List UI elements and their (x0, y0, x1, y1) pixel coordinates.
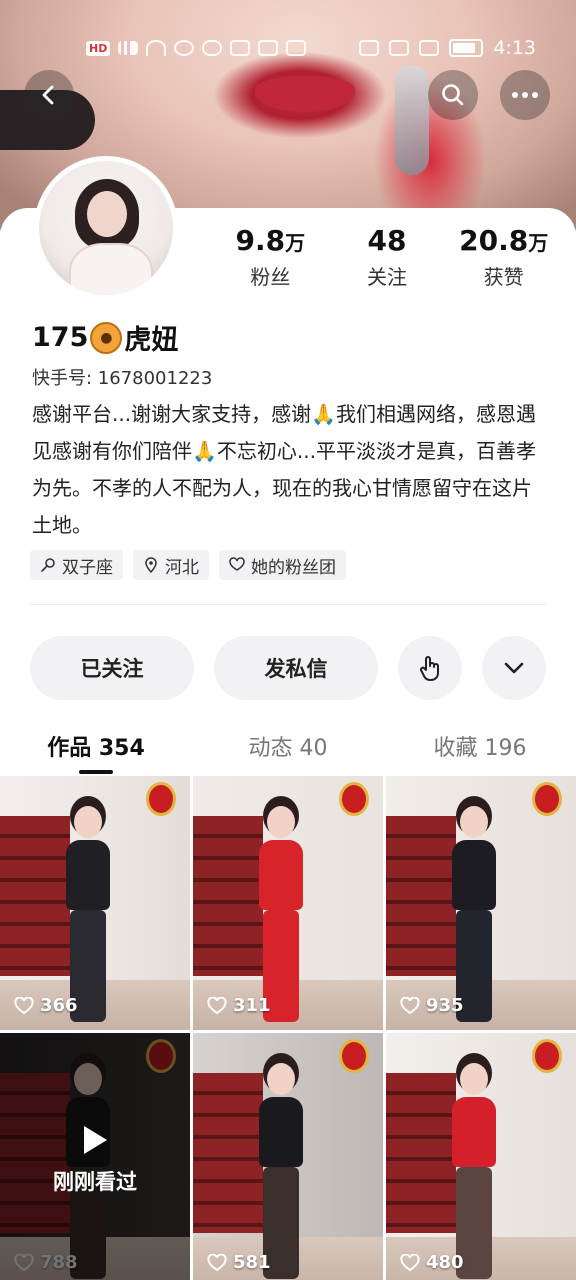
search-app-icon (230, 40, 251, 56)
cloud-icon (202, 40, 223, 56)
video-thumbnail-figure (446, 806, 502, 1026)
chevron-left-icon (42, 85, 54, 105)
avatar[interactable] (34, 156, 178, 300)
status-bar: HD 4:13 (0, 0, 576, 74)
zodiac-icon (41, 558, 55, 572)
divider (30, 604, 546, 605)
video-thumbnail-figure (253, 1063, 309, 1280)
nfc-icon (359, 40, 380, 56)
chevron-down-icon (504, 662, 524, 674)
video-thumbnail-figure (253, 806, 309, 1026)
heart-icon (207, 996, 227, 1014)
video-like-count: 935 (400, 995, 464, 1016)
clock: 4:13 (493, 37, 536, 59)
content-tabs: 作品 354 动态 40 收藏 196 (0, 724, 576, 774)
heart-icon (14, 996, 34, 1014)
profile-actions: 已关注 发私信 (30, 636, 546, 700)
stat-following[interactable]: 48 关注 (329, 224, 446, 290)
tap-gesture-button[interactable] (398, 636, 462, 700)
tap-hand-icon (420, 656, 439, 681)
fan-club-icon (229, 557, 245, 571)
profile-name: 175 ● 虎妞 (32, 321, 179, 356)
video-like-count: 480 (400, 1252, 464, 1273)
bio-text: 感谢平台...谢谢大家支持，感谢🙏我们相遇网络，感恩遇见感谢有你们陪伴🙏不忘初心… (32, 402, 536, 537)
video-like-count: 311 (207, 995, 271, 1016)
heart-icon (207, 1253, 227, 1271)
followed-button[interactable]: 已关注 (30, 636, 194, 700)
search-icon (442, 84, 464, 106)
video-tile[interactable]: 311 (193, 776, 383, 1030)
video-tile[interactable]: 935 (386, 776, 576, 1030)
tag-location[interactable]: 河北 (133, 550, 209, 580)
vibrate-icon (419, 40, 440, 56)
more-dots-icon (512, 92, 538, 98)
video-like-count: 366 (14, 995, 78, 1016)
tab-moments[interactable]: 动态 40 (192, 724, 384, 774)
tab-favorites[interactable]: 收藏 196 (384, 724, 576, 774)
play-icon (84, 1126, 107, 1154)
tag-fan-club[interactable]: 她的粉丝团 (219, 550, 346, 580)
location-pin-icon (145, 557, 157, 573)
wechat-icon (174, 40, 195, 56)
hd-badge: HD (86, 40, 111, 56)
video-thumbnail-figure (60, 806, 116, 1026)
profile-stats: 9.8万 粉丝 48 关注 20.8万 获赞 (212, 224, 562, 290)
bluetooth-icon (389, 40, 410, 56)
back-button[interactable] (24, 70, 74, 120)
wifi-icon (146, 40, 167, 56)
more-button[interactable] (500, 70, 550, 120)
tiger-emoji-icon: ● (90, 321, 123, 354)
heart-icon (400, 1253, 420, 1271)
send-message-button[interactable]: 发私信 (214, 636, 378, 700)
profile-tags: 双子座 河北 她的粉丝团 (30, 550, 346, 580)
stat-followers[interactable]: 9.8万 粉丝 (212, 224, 329, 290)
recently-viewed-overlay: 刚刚看过 (0, 1033, 190, 1280)
video-tile[interactable]: 581 (193, 1033, 383, 1280)
video-tile[interactable]: 480 (386, 1033, 576, 1280)
video-tile[interactable]: 788刚刚看过 (0, 1033, 190, 1280)
weather-icon (286, 40, 307, 56)
lightbulb-icon (258, 40, 279, 56)
tab-works[interactable]: 作品 354 (0, 724, 192, 774)
video-like-count: 581 (207, 1252, 271, 1273)
battery-icon (449, 39, 484, 57)
stat-likes[interactable]: 20.8万 获赞 (445, 224, 562, 290)
video-grid: 366 311 935 788刚刚看过 581 480 (0, 776, 576, 1280)
search-button[interactable] (428, 70, 478, 120)
user-id: 快手号: 1678001223 (32, 368, 213, 389)
video-tile[interactable]: 366 (0, 776, 190, 1030)
video-thumbnail-figure (446, 1063, 502, 1280)
expand-button[interactable] (482, 636, 546, 700)
tag-zodiac[interactable]: 双子座 (30, 550, 123, 580)
heart-icon (400, 996, 420, 1014)
signal-icon (118, 41, 139, 55)
